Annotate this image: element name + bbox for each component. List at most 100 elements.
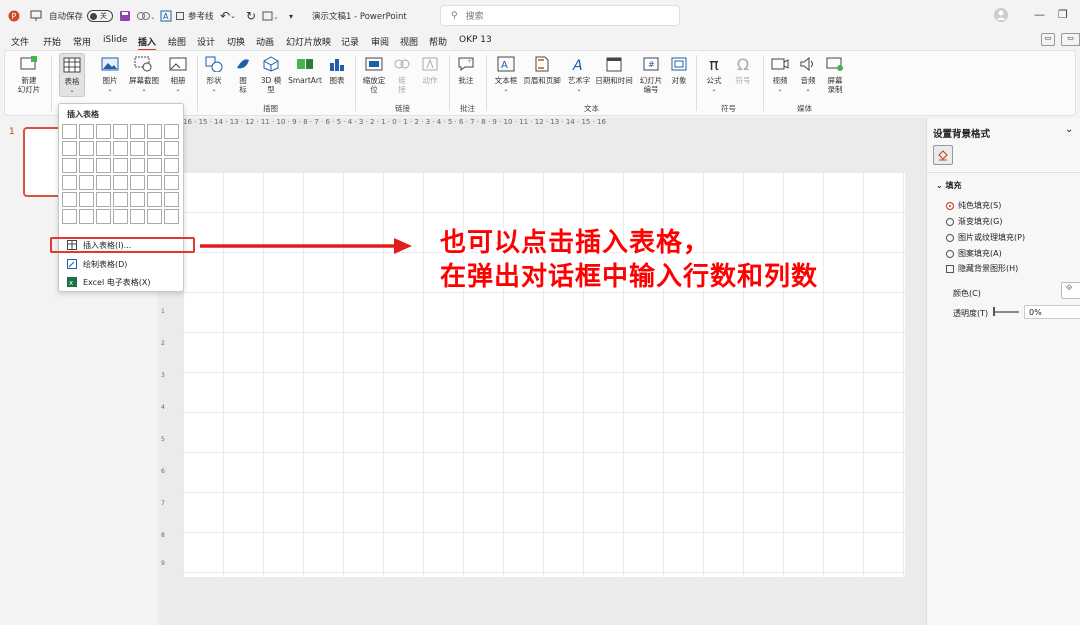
wordart-button[interactable]: A 艺术字 ⌄ bbox=[565, 55, 593, 94]
table-grid-cell[interactable] bbox=[147, 192, 162, 207]
tab-animations[interactable]: 动画 bbox=[256, 35, 274, 48]
fill-section-header[interactable]: ⌄ 填充 bbox=[936, 180, 962, 191]
table-grid-cell[interactable] bbox=[113, 209, 128, 224]
table-grid-cell[interactable] bbox=[113, 158, 128, 173]
table-grid-cell[interactable] bbox=[164, 124, 179, 139]
table-grid-cell[interactable] bbox=[62, 209, 77, 224]
tab-insert[interactable]: 插入 bbox=[138, 35, 157, 51]
table-grid-cell[interactable] bbox=[164, 192, 179, 207]
table-grid-cell[interactable] bbox=[96, 192, 111, 207]
transparency-input[interactable]: 0% bbox=[1024, 305, 1080, 319]
tab-view[interactable]: 视图 bbox=[400, 35, 418, 48]
table-grid-cell[interactable] bbox=[147, 158, 162, 173]
table-grid-cell[interactable] bbox=[62, 158, 77, 173]
table-grid-cell[interactable] bbox=[79, 124, 94, 139]
table-grid-cell[interactable] bbox=[147, 124, 162, 139]
datetime-button[interactable]: 日期和时间 bbox=[593, 55, 635, 85]
minimize-icon[interactable]: — bbox=[1034, 8, 1045, 21]
action-button[interactable]: 动作 bbox=[417, 55, 443, 85]
restore-icon[interactable]: ❐ bbox=[1058, 8, 1068, 21]
insert-table-item[interactable]: 插入表格(I)... bbox=[50, 237, 195, 253]
tab-okp[interactable]: OKP 13 bbox=[459, 35, 492, 45]
table-grid-cell[interactable] bbox=[113, 192, 128, 207]
transparency-slider[interactable] bbox=[993, 311, 1019, 313]
fill-bucket-icon[interactable] bbox=[933, 145, 953, 165]
tab-file[interactable]: 文件 bbox=[11, 35, 29, 48]
header-footer-button[interactable]: 页眉和页脚 bbox=[521, 55, 563, 85]
tab-home[interactable]: 开始 bbox=[43, 35, 61, 48]
table-grid-cell[interactable] bbox=[62, 141, 77, 156]
tab-review[interactable]: 审阅 bbox=[371, 35, 389, 48]
table-grid-cell[interactable] bbox=[79, 209, 94, 224]
table-button[interactable]: 表格 ⌄ bbox=[59, 53, 85, 97]
table-grid-cell[interactable] bbox=[164, 158, 179, 173]
formula-button[interactable]: π 公式 ⌄ bbox=[702, 55, 726, 94]
tab-draw[interactable]: 绘图 bbox=[168, 35, 186, 48]
undo-icon[interactable]: ↶ ⌄ bbox=[220, 8, 236, 24]
solid-fill-radio[interactable]: 纯色填充(S) bbox=[946, 200, 1001, 211]
slide-number-button[interactable]: # 幻灯片 编号 bbox=[637, 55, 665, 94]
table-grid-cell[interactable] bbox=[96, 209, 111, 224]
excel-table-item[interactable]: x Excel 电子表格(X) bbox=[65, 274, 179, 290]
draw-table-item[interactable]: 绘制表格(D) bbox=[65, 256, 179, 272]
icons-button[interactable]: 图 标 bbox=[230, 55, 256, 94]
table-grid-cell[interactable] bbox=[96, 175, 111, 190]
slide-thumbnail[interactable] bbox=[23, 127, 63, 197]
tab-design[interactable]: 设计 bbox=[197, 35, 215, 48]
tab-help[interactable]: 帮助 bbox=[429, 35, 447, 48]
screenshot-button[interactable]: 屏幕截图 ⌄ bbox=[125, 55, 163, 94]
picture-button[interactable]: 图片 ⌄ bbox=[97, 55, 123, 94]
search-input[interactable]: ⚲ 搜索 bbox=[440, 5, 680, 26]
table-grid-cell[interactable] bbox=[130, 209, 145, 224]
3d-model-button[interactable]: 3D 模 型 bbox=[257, 55, 285, 94]
hide-background-checkbox[interactable]: 隐藏背景图形(H) bbox=[946, 263, 1018, 274]
table-grid-cell[interactable] bbox=[113, 175, 128, 190]
table-grid-cell[interactable] bbox=[130, 158, 145, 173]
tab-record[interactable]: 记录 bbox=[341, 35, 359, 48]
link-tool-icon[interactable]: ⌄ bbox=[136, 8, 154, 24]
video-button[interactable]: 视频 ⌄ bbox=[768, 55, 792, 94]
redo-icon[interactable]: ↻ bbox=[246, 8, 256, 24]
table-grid-cell[interactable] bbox=[113, 124, 128, 139]
comments-icon[interactable]: ▭ bbox=[1041, 33, 1055, 46]
table-grid-cell[interactable] bbox=[130, 175, 145, 190]
guides-checkbox[interactable]: 参考线 bbox=[176, 8, 214, 24]
album-button[interactable]: 相册 ⌄ bbox=[165, 55, 191, 94]
smartart-button[interactable]: SmartArt bbox=[287, 55, 323, 85]
tab-slideshow[interactable]: 幻灯片放映 bbox=[286, 35, 331, 48]
account-avatar[interactable] bbox=[994, 8, 1008, 25]
text-box-qa-icon[interactable]: A bbox=[160, 8, 172, 24]
table-grid-cell[interactable] bbox=[79, 158, 94, 173]
color-picker-button[interactable]: ⟐ bbox=[1061, 282, 1080, 299]
pattern-fill-radio[interactable]: 图案填充(A) bbox=[946, 248, 1002, 259]
table-size-grid[interactable] bbox=[62, 124, 182, 230]
slide-qa-icon[interactable]: ⌄ bbox=[262, 8, 278, 24]
table-grid-cell[interactable] bbox=[62, 175, 77, 190]
autosave-toggle[interactable]: 自动保存 关 bbox=[49, 8, 114, 24]
textbox-button[interactable]: A 文本框 ⌄ bbox=[491, 55, 521, 94]
table-grid-cell[interactable] bbox=[164, 175, 179, 190]
transparency-slider-handle[interactable] bbox=[993, 307, 995, 316]
picture-fill-radio[interactable]: 图片或纹理填充(P) bbox=[946, 232, 1025, 243]
table-grid-cell[interactable] bbox=[164, 141, 179, 156]
table-grid-cell[interactable] bbox=[130, 124, 145, 139]
table-grid-cell[interactable] bbox=[147, 175, 162, 190]
audio-button[interactable]: 音频 ⌄ bbox=[796, 55, 820, 94]
present-icon[interactable] bbox=[30, 8, 42, 24]
new-slide-button[interactable]: 新建 幻灯片 bbox=[14, 55, 44, 94]
table-grid-cell[interactable] bbox=[96, 141, 111, 156]
table-grid-cell[interactable] bbox=[79, 192, 94, 207]
share-icon[interactable]: ▭ bbox=[1061, 33, 1080, 46]
pane-options-chevron-icon[interactable]: ⌄ bbox=[1065, 124, 1073, 135]
link-button[interactable]: 链 接 bbox=[390, 55, 414, 94]
screen-record-button[interactable]: 屏幕 录制 bbox=[822, 55, 848, 94]
tab-islide[interactable]: iSlide bbox=[103, 35, 127, 45]
tab-transitions[interactable]: 切换 bbox=[227, 35, 245, 48]
object-button[interactable]: 对象 bbox=[667, 55, 691, 85]
table-grid-cell[interactable] bbox=[96, 158, 111, 173]
save-icon[interactable] bbox=[119, 8, 131, 24]
shapes-button[interactable]: 形状 ⌄ bbox=[201, 55, 227, 94]
table-grid-cell[interactable] bbox=[147, 141, 162, 156]
table-grid-cell[interactable] bbox=[96, 124, 111, 139]
table-grid-cell[interactable] bbox=[113, 141, 128, 156]
